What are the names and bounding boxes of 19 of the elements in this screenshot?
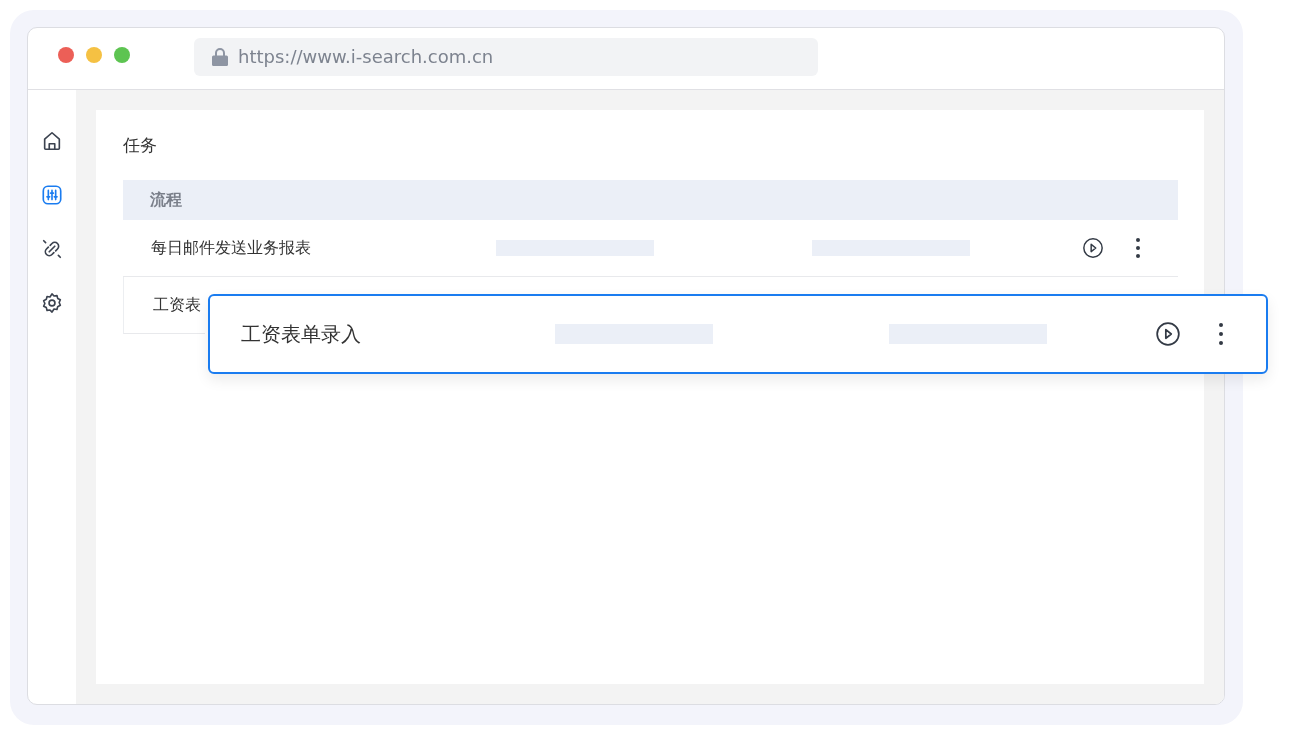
sliders-icon [41,184,63,206]
table-row[interactable]: 工资表 [123,277,205,334]
close-window-button[interactable] [58,46,74,63]
page-title: 任务 [123,134,158,157]
table-row[interactable]: 每日邮件发送业务报表 [123,220,1178,277]
settings-icon [41,292,63,314]
process-name: 每日邮件发送业务报表 [151,237,311,259]
link-icon [41,238,63,260]
home-icon [41,130,63,152]
more-icon[interactable] [1218,322,1224,346]
column-header: 流程 [150,189,182,211]
process-name: 工资表单录入 [241,320,361,348]
dragged-row-card[interactable]: 工资表单录入 [208,294,1268,374]
play-icon[interactable] [1082,237,1104,259]
lock-icon [212,47,228,66]
url-text: https://www.i-search.com.cn [238,46,494,67]
play-icon[interactable] [1155,321,1181,347]
more-icon[interactable] [1135,237,1141,259]
process-name: 工资表 [153,294,201,316]
